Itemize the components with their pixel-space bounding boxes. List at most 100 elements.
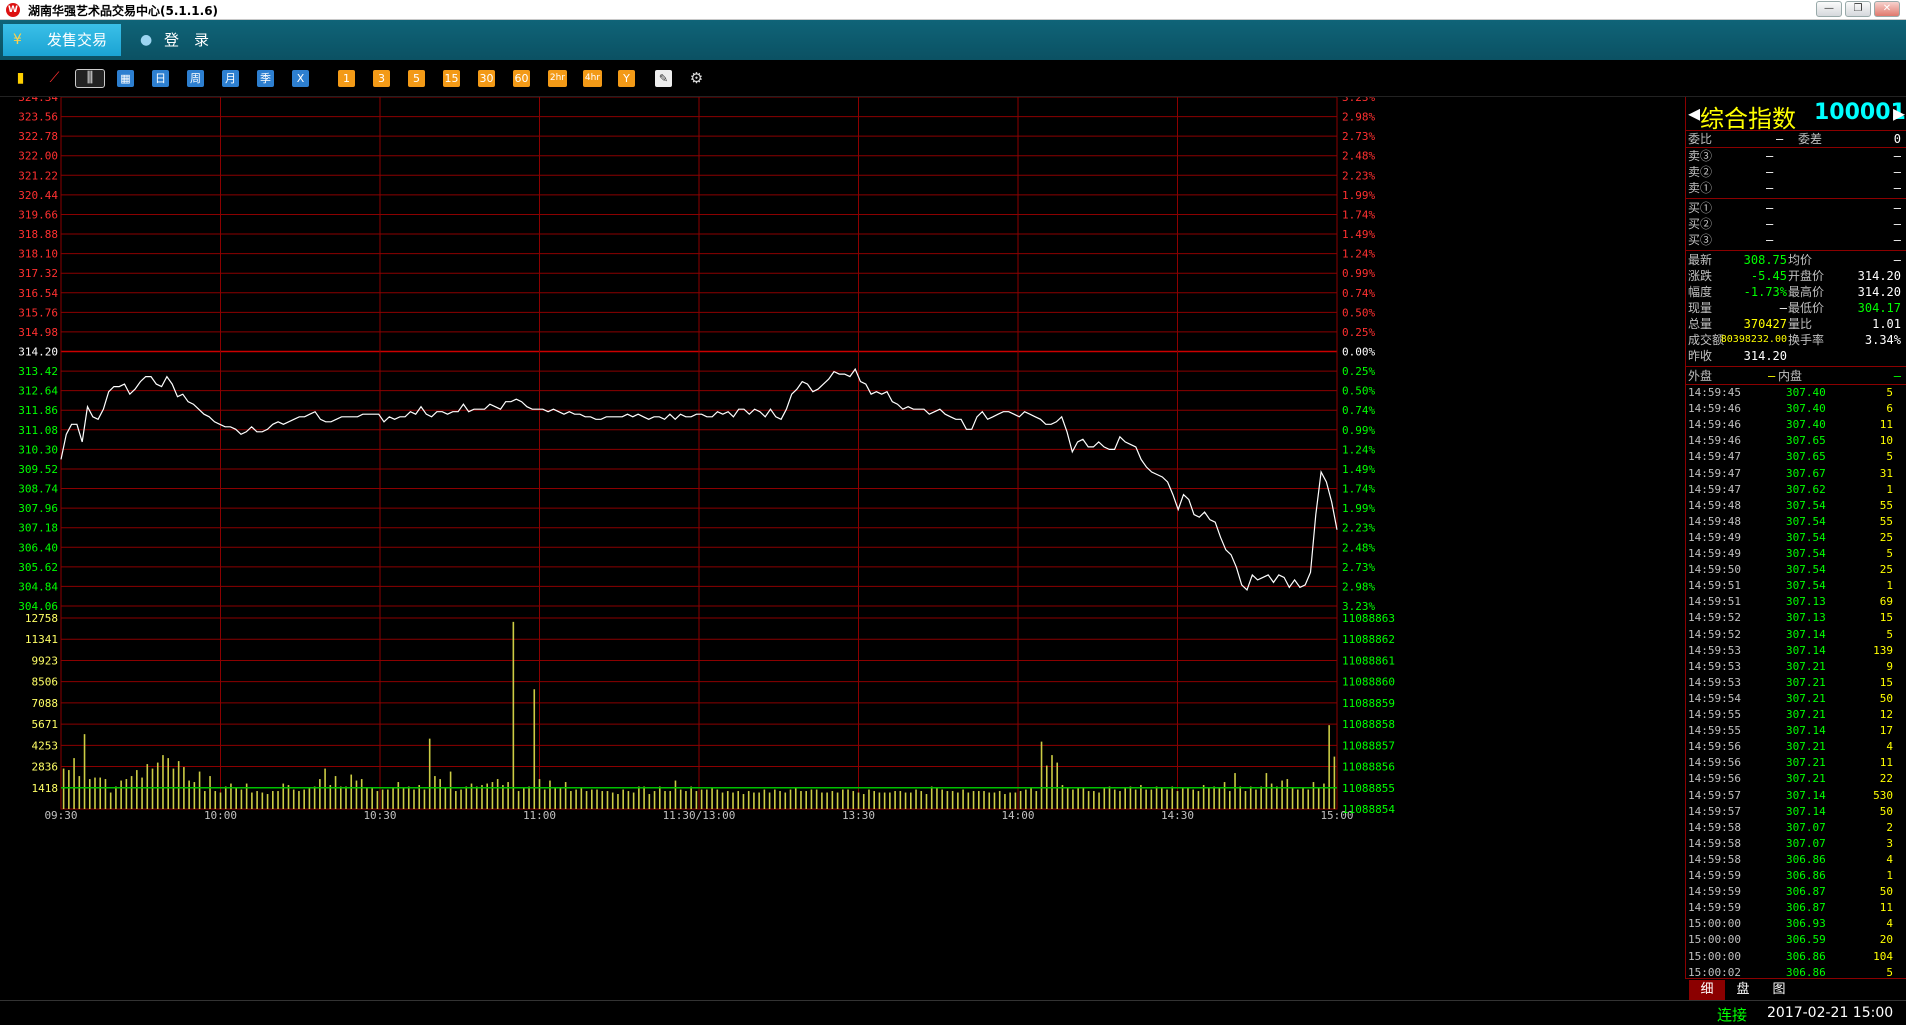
- period-x-button[interactable]: X: [292, 70, 309, 87]
- minute-5-button[interactable]: 5: [408, 70, 425, 87]
- price-tick-label: 307.96: [18, 502, 58, 515]
- tick-time: 14:59:50: [1688, 563, 1741, 577]
- period-week-button[interactable]: 周: [187, 70, 204, 87]
- tick-price: 307.21: [1786, 756, 1826, 770]
- volume-right-label: 11088861: [1342, 654, 1395, 667]
- price-tick-label: 311.86: [18, 404, 58, 417]
- stat-row: 成交额 80398232.00 换手率 3.34%: [1686, 332, 1906, 348]
- prev-arrow-icon[interactable]: ◀: [1688, 101, 1700, 125]
- tick-time: 14:59:47: [1688, 450, 1741, 464]
- hour-4-button[interactable]: 4hr: [583, 70, 602, 87]
- tick-time: 15:00:00: [1688, 949, 1741, 963]
- tick-price: 306.86: [1786, 869, 1826, 882]
- tick-row: 14:59:53 307.14 139: [1686, 643, 1906, 659]
- tick-price: 307.62: [1786, 482, 1826, 496]
- tick-price: 307.14: [1786, 627, 1826, 641]
- tick-time: 14:59:51: [1688, 595, 1741, 609]
- tick-row: 14:59:46 307.40 11: [1686, 417, 1906, 433]
- tick-volume: 10: [1879, 434, 1893, 448]
- pct-tick-label: 2.98%: [1342, 111, 1375, 124]
- tick-volume: 15: [1879, 675, 1893, 689]
- order-diff-value: 0: [1893, 132, 1901, 146]
- stat-label: 总量: [1688, 317, 1713, 331]
- minute-30-button[interactable]: 30: [478, 70, 495, 87]
- tick-price: 307.14: [1786, 804, 1826, 818]
- tick-price: 307.14: [1786, 724, 1826, 738]
- pct-tick-label: 0.74%: [1342, 287, 1375, 300]
- period-quarter-button[interactable]: 季: [257, 70, 274, 87]
- price-tick-label: 324.34: [18, 97, 58, 104]
- hour-2-button[interactable]: 2hr: [548, 70, 567, 87]
- volume-tick-label: 12758: [25, 612, 58, 625]
- tick-volume: 55: [1879, 498, 1893, 512]
- calendar-icon[interactable]: ▦: [117, 70, 134, 87]
- tick-volume: 17: [1879, 724, 1893, 738]
- menu-login[interactable]: ● 登 录: [130, 24, 230, 56]
- period-day-button[interactable]: 日: [152, 70, 169, 87]
- minute-1-button[interactable]: 1: [338, 70, 355, 87]
- intraday-chart[interactable]: 324.34 3.23% 323.56 2.98% 322.78 2.73% 322.00 2…: [0, 97, 1680, 1017]
- pct-tick-label: 0.50%: [1342, 306, 1375, 319]
- minimize-button[interactable]: —: [1816, 1, 1842, 17]
- tick-row: 14:59:53 307.21 15: [1686, 675, 1906, 691]
- time-share-icon[interactable]: ⫼: [75, 69, 105, 88]
- tick-volume: 25: [1879, 563, 1893, 577]
- pct-tick-label: 1.24%: [1342, 443, 1375, 456]
- tick-row: 14:59:45 307.40 5: [1686, 385, 1906, 401]
- tick-volume: 3: [1886, 836, 1893, 850]
- tab-chart[interactable]: 图: [1761, 980, 1797, 1000]
- stat-label-2: 最低价: [1788, 301, 1825, 315]
- tick-row: 14:59:56 307.21 22: [1686, 771, 1906, 787]
- tab-book[interactable]: 盘: [1725, 980, 1761, 1000]
- tick-price: 307.21: [1786, 772, 1826, 786]
- tick-price: 307.65: [1786, 434, 1826, 448]
- stat-label-2: 开盘价: [1788, 269, 1825, 283]
- instrument-name: 综合指数: [1700, 105, 1796, 133]
- year-button[interactable]: Y: [618, 70, 635, 87]
- tick-row: 14:59:52 307.14 5: [1686, 627, 1906, 643]
- tick-row: 15:00:00 306.93 4: [1686, 916, 1906, 932]
- minute-15-button[interactable]: 15: [443, 70, 460, 87]
- price-tick-label: 314.98: [18, 326, 58, 339]
- tick-price: 307.13: [1786, 611, 1826, 625]
- outer-value: —: [1768, 369, 1776, 383]
- line-chart-icon[interactable]: ⟋: [46, 70, 63, 87]
- price-tick-label: 320.44: [18, 189, 58, 202]
- gear-icon[interactable]: ⚙: [688, 70, 705, 87]
- pct-tick-label: 2.48%: [1342, 150, 1375, 163]
- buy-level-label: 买③: [1688, 233, 1713, 247]
- stat-label: 成交额: [1688, 333, 1725, 347]
- tab-detail[interactable]: 细: [1689, 980, 1725, 1000]
- buy-level-label: 买②: [1688, 217, 1713, 231]
- divider: [1686, 198, 1906, 199]
- tick-row: 14:59:58 307.07 3: [1686, 836, 1906, 852]
- buy-level-row: 买① — —: [1686, 200, 1906, 216]
- tick-time: 14:59:56: [1688, 772, 1741, 786]
- tick-price: 307.40: [1786, 386, 1826, 399]
- tick-volume: 5: [1886, 386, 1893, 399]
- tick-time: 14:59:53: [1688, 659, 1741, 673]
- time-tick-label: 11:30/13:00: [663, 809, 736, 822]
- buy-level-volume: —: [1893, 233, 1901, 247]
- sell-level-row: 卖① — —: [1686, 180, 1906, 196]
- next-arrow-icon[interactable]: ▶: [1893, 101, 1905, 125]
- tick-row: 14:59:58 307.07 2: [1686, 820, 1906, 836]
- draw-tool-icon[interactable]: ✎: [655, 70, 672, 87]
- bar-chart-icon[interactable]: ▮: [12, 70, 29, 87]
- tick-volume: 25: [1879, 530, 1893, 544]
- tick-volume: 9: [1886, 659, 1893, 673]
- order-diff-label: 委差: [1798, 132, 1823, 146]
- menu-sale-trade[interactable]: ¥ 发售交易: [3, 24, 121, 56]
- tick-price: 307.54: [1786, 563, 1826, 577]
- maximize-button[interactable]: ❐: [1845, 1, 1871, 17]
- pct-tick-label: 2.73%: [1342, 561, 1375, 574]
- tick-time: 14:59:54: [1688, 691, 1741, 705]
- period-month-button[interactable]: 月: [222, 70, 239, 87]
- tick-row: 14:59:47 307.62 1: [1686, 482, 1906, 498]
- tick-volume: 1: [1886, 482, 1893, 496]
- pct-tick-label: 2.73%: [1342, 130, 1375, 143]
- minute-60-button[interactable]: 60: [513, 70, 530, 87]
- tick-price: 306.87: [1786, 901, 1826, 915]
- minute-3-button[interactable]: 3: [373, 70, 390, 87]
- close-button[interactable]: ✕: [1874, 1, 1900, 17]
